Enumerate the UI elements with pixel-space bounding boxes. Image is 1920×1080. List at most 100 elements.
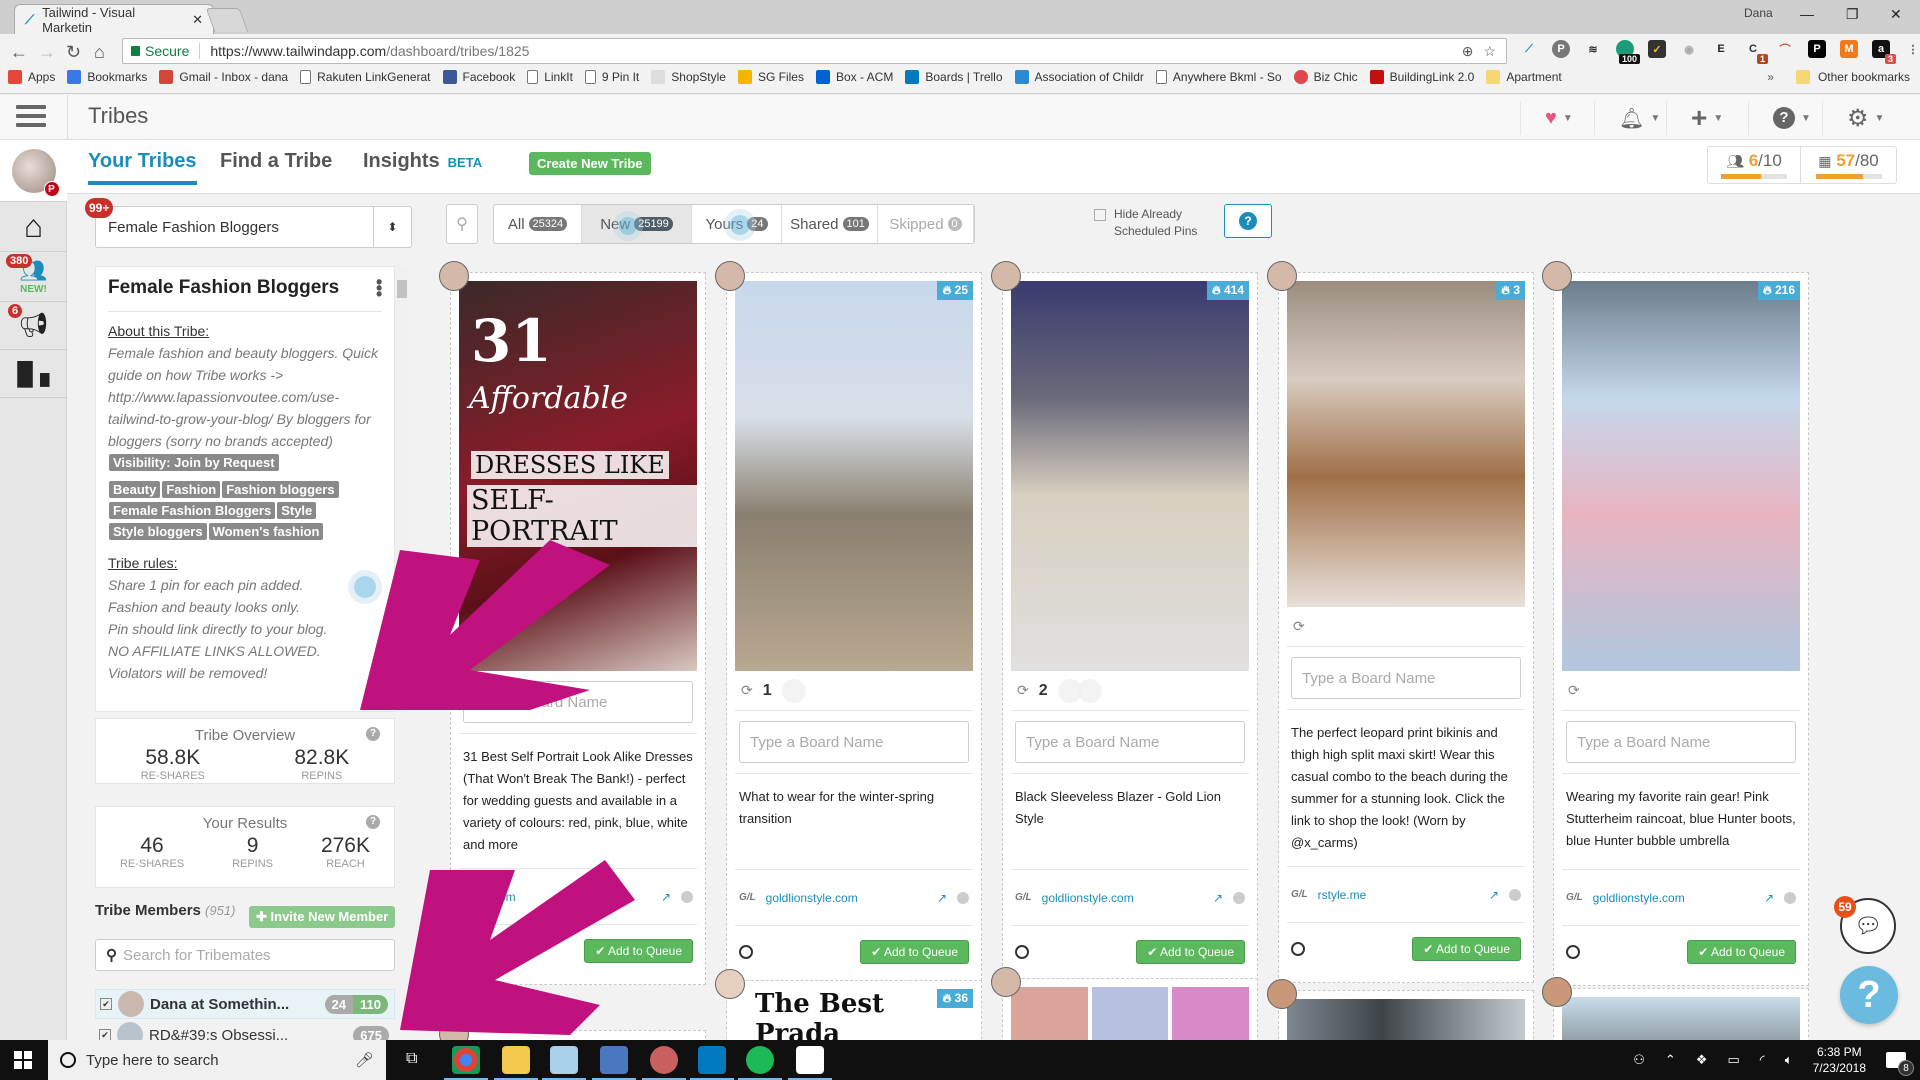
wifi-icon[interactable]: ◜ (1760, 1052, 1765, 1068)
bookmark-item[interactable]: Rakuten LinkGenerat (300, 70, 431, 84)
network-app-icon[interactable] (592, 1046, 636, 1080)
pinterest-extension-icon[interactable]: P (1552, 40, 1570, 58)
help-menu[interactable]: ? ▼ (1748, 101, 1811, 135)
pinner-avatar[interactable] (991, 261, 1021, 291)
resharer-avatar[interactable] (1077, 678, 1102, 703)
pin-search-button[interactable]: ⚲ (446, 204, 478, 244)
filter-new[interactable]: New 25199 (582, 205, 692, 243)
pinner-avatar[interactable] (439, 261, 469, 291)
trello-taskbar-icon[interactable] (690, 1046, 734, 1080)
close-window-icon[interactable]: ✕ (1890, 6, 1902, 23)
photos-taskbar-icon[interactable] (788, 1046, 832, 1080)
file-explorer-icon[interactable] (494, 1046, 538, 1080)
taskbar-search[interactable]: Type here to search 🎤︎ (48, 1040, 386, 1080)
close-tab-icon[interactable]: ✕ (192, 12, 203, 28)
bookmark-item[interactable]: Box - ACM (815, 70, 893, 84)
arc-extension-icon[interactable]: ⌒ (1776, 40, 1794, 58)
secure-indicator[interactable]: Secure (131, 43, 189, 59)
member-checkbox[interactable]: ✔ (100, 998, 112, 1010)
tribe-tag[interactable]: Women's fashion (208, 523, 324, 540)
pin-image[interactable]: 🔥︎ 216 (1562, 281, 1800, 671)
tribe-tag[interactable]: Fashion bloggers (222, 481, 339, 498)
reload-icon[interactable]: ↻ (66, 42, 81, 63)
bookmark-item[interactable]: Boards | Trello (905, 70, 1003, 84)
pinner-avatar[interactable] (1267, 261, 1297, 291)
help-icon[interactable]: ? (366, 815, 380, 829)
source-link[interactable]: goldlionstyle.com (766, 891, 858, 905)
pinner-avatar[interactable] (1542, 977, 1572, 1007)
address-bar[interactable]: Secure https://www.tailwindapp.com/dashb… (122, 38, 1507, 64)
snipping-tool-icon[interactable] (642, 1046, 686, 1080)
sync-extension-icon[interactable]: C1 (1744, 40, 1768, 64)
bookmark-item[interactable]: Association of Childr (1014, 70, 1144, 84)
add-to-queue-button[interactable]: ✔ Add to Queue (1412, 936, 1521, 961)
pinner-avatar[interactable] (715, 261, 745, 291)
invite-member-button[interactable]: ✚ Invite New Member (249, 906, 396, 928)
add-to-queue-button[interactable]: ✔ Add to Queue (1136, 939, 1245, 964)
tribe-tag[interactable]: Female Fashion Bloggers (109, 502, 276, 519)
add-menu[interactable]: + ▼ (1666, 101, 1723, 135)
bookmark-item[interactable]: ShopStyle (651, 70, 726, 84)
home-icon[interactable]: ⌂ (94, 42, 105, 63)
forward-icon[interactable]: → (38, 42, 56, 63)
hide-scheduled-toggle[interactable]: Hide Already Scheduled Pins (1094, 206, 1204, 240)
pinterest-icon[interactable] (957, 891, 969, 904)
pin-image[interactable]: 🔥︎ 414 (1011, 281, 1249, 671)
more-options-icon[interactable]: • • • (376, 273, 382, 303)
browser-tab[interactable]: ⟋ Tailwind - Visual Marketin ✕ (14, 4, 214, 35)
notifications-menu[interactable]: 🔔︎ ▼ (1594, 101, 1660, 135)
help-fab-button[interactable]: ? (1840, 966, 1898, 1024)
pinner-avatar[interactable] (715, 969, 745, 999)
source-link[interactable]: goldlionstyle.com (1042, 891, 1134, 905)
tribe-tag[interactable]: Style (277, 502, 317, 519)
pinterest-icon[interactable] (1509, 888, 1521, 901)
source-link[interactable]: goldlionstyle.com (1593, 891, 1685, 905)
tribemate-search-input[interactable]: ⚲ Search for Tribemates (95, 939, 395, 971)
bookmark-item[interactable]: Gmail - Inbox - dana (159, 70, 288, 84)
nav-analytics[interactable]: ▐▌▖ (0, 350, 67, 398)
tribe-tag[interactable]: Beauty (109, 481, 161, 498)
external-link-icon[interactable]: ↗ (1489, 888, 1499, 902)
filter-shared[interactable]: Shared 101 (782, 205, 878, 243)
bookmark-item[interactable]: Anywhere Bkml - So (1155, 70, 1282, 84)
battery-icon[interactable]: ▭ (1727, 1052, 1739, 1068)
nav-promote[interactable]: 📢︎ 6 (0, 302, 67, 350)
clock-icon[interactable] (1015, 944, 1029, 959)
tab-insights[interactable]: Insights BETA (363, 150, 482, 173)
action-center-icon[interactable]: 8 (1886, 1052, 1914, 1076)
user-avatar[interactable]: P (0, 140, 67, 202)
pin-image[interactable]: 🔥︎ 3 (1287, 281, 1525, 607)
chrome-menu-icon[interactable]: ⋮ (1904, 40, 1920, 58)
pinner-avatar[interactable] (1542, 261, 1572, 291)
filter-skipped[interactable]: Skipped 0 (878, 205, 974, 243)
settings-menu[interactable]: ⚙ ▼ (1822, 101, 1884, 135)
source-link[interactable]: rstyle.me (1318, 888, 1367, 902)
bookmark-item[interactable]: Bookmarks (67, 70, 147, 84)
resharer-avatar[interactable] (781, 678, 806, 703)
seo-extension-icon[interactable]: 100 (1616, 40, 1640, 64)
grey-extension-icon[interactable]: ◉ (1680, 40, 1698, 58)
bookmark-item[interactable]: Biz Chic (1293, 70, 1358, 84)
tribe-tag[interactable]: Style bloggers (109, 523, 207, 540)
people-icon[interactable]: ⚇ (1633, 1052, 1645, 1068)
bookmark-item[interactable]: SG Files (737, 70, 804, 84)
member-row[interactable]: ✔ Dana at Somethin... 24 110 (95, 989, 395, 1019)
taskbar-clock[interactable]: 6:38 PM 7/23/2018 (1813, 1044, 1866, 1076)
other-bookmarks[interactable]: » Other bookmarks (1767, 70, 1910, 84)
nav-tribes[interactable]: 👥︎ NEW! 380 (0, 252, 67, 302)
external-link-icon[interactable]: ↗ (1213, 891, 1223, 905)
external-link-icon[interactable]: ↗ (1764, 891, 1774, 905)
clock-icon[interactable] (1566, 944, 1580, 959)
filter-help-button[interactable]: ? (1224, 204, 1272, 238)
clock-icon[interactable] (1291, 941, 1305, 956)
evernote-extension-icon[interactable]: E (1712, 40, 1730, 58)
volume-icon[interactable]: 🔈︎ (1785, 1052, 1793, 1068)
tab-your-tribes[interactable]: Your Tribes (88, 150, 197, 185)
bookmark-star-icon[interactable]: ☆ (1483, 43, 1496, 60)
board-name-input[interactable]: Type a Board Name (1566, 721, 1796, 763)
pin-image[interactable]: 🔥︎ 25 (735, 281, 973, 671)
bookmark-item[interactable]: Apartment (1486, 70, 1562, 84)
p-extension-icon[interactable]: P (1808, 40, 1826, 58)
pinner-avatar[interactable] (991, 967, 1021, 997)
nav-home[interactable]: ⌂ (0, 202, 67, 252)
